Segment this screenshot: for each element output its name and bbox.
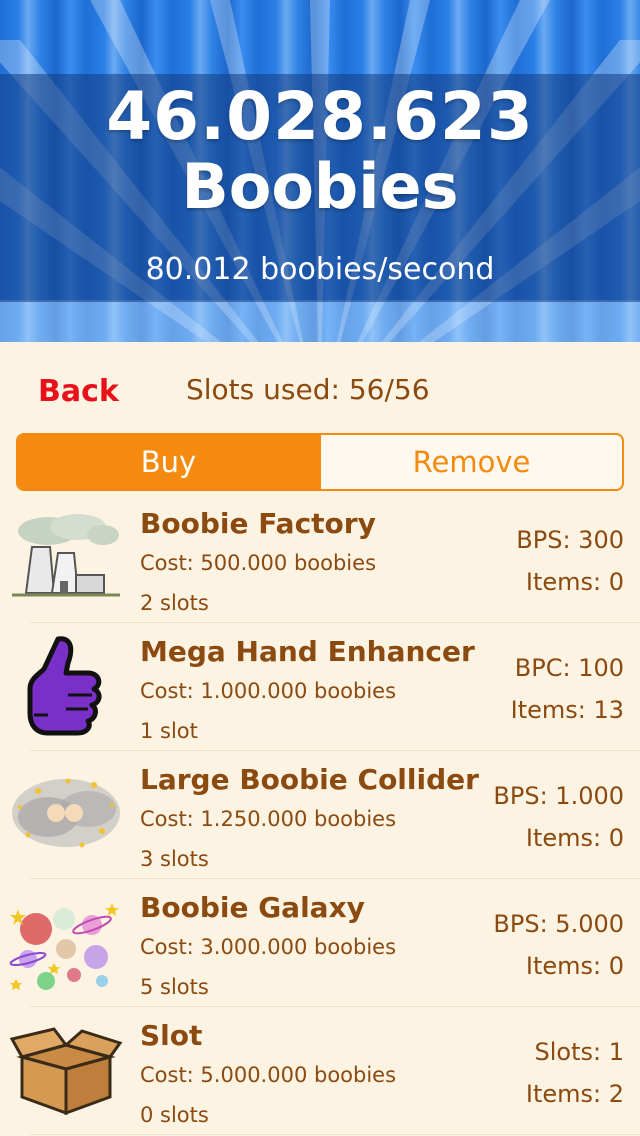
item-name: Mega Hand Enhancer [140,635,475,668]
score-value: 46.028.623 [106,78,534,155]
shop-item-row[interactable]: Boobie Factory Cost: 500.000 boobies 2 s… [0,495,640,623]
buy-remove-segmented-control: Buy Remove [16,433,624,491]
item-stat: BPC: 100 [514,654,624,682]
rate-label: 80.012 boobies/second [145,252,495,287]
item-slots: 2 slots [140,591,209,615]
score-unit-label: Boobies [181,150,459,223]
galaxy-icon [9,903,119,990]
item-cost: Cost: 1.250.000 boobies [140,807,397,831]
item-cost: Cost: 500.000 boobies [140,551,377,575]
item-slots: 1 slot [140,719,198,743]
item-stat: BPS: 5.000 [493,910,624,938]
shop-item-list: Boobie Factory Cost: 500.000 boobies 2 s… [0,495,640,1135]
buy-segment[interactable]: Buy [18,435,319,489]
item-count: Items: 0 [525,824,624,852]
shop-item-row[interactable]: Slot Cost: 5.000.000 boobies 0 slots Slo… [0,1007,640,1135]
back-button[interactable]: Back [38,372,119,412]
shop-item-row[interactable]: Large Boobie Collider Cost: 1.250.000 bo… [0,751,640,879]
cardboard-box-icon [9,1027,123,1116]
item-slots: 5 slots [140,975,209,999]
collider-icon [12,778,120,848]
item-cost: Cost: 3.000.000 boobies [140,935,397,959]
score-header: 46.028.623 Boobies 80.012 boobies/second [0,0,640,342]
shop-item-row[interactable]: Boobie Galaxy Cost: 3.000.000 boobies 5 … [0,879,640,1007]
item-stat: Slots: 1 [534,1038,624,1066]
slots-used-label: Slots used: 56/56 [186,373,430,406]
thumbs-up-hand-icon [27,636,102,736]
item-count: Items: 2 [525,1080,624,1108]
item-count: Items: 13 [510,696,624,724]
item-cost: Cost: 5.000.000 boobies [140,1063,397,1087]
item-slots: 0 slots [140,1103,209,1127]
item-name: Boobie Galaxy [140,891,365,924]
shop-item-row[interactable]: Mega Hand Enhancer Cost: 1.000.000 boobi… [0,623,640,751]
remove-segment[interactable]: Remove [319,435,622,489]
item-name: Slot [140,1019,203,1052]
item-stat: BPS: 1.000 [493,782,624,810]
item-count: Items: 0 [525,568,624,596]
item-count: Items: 0 [525,952,624,980]
factory-icon [12,514,120,597]
item-slots: 3 slots [140,847,209,871]
item-name: Large Boobie Collider [140,763,479,796]
item-stat: BPS: 300 [516,526,624,554]
item-cost: Cost: 1.000.000 boobies [140,679,397,703]
item-name: Boobie Factory [140,507,376,540]
